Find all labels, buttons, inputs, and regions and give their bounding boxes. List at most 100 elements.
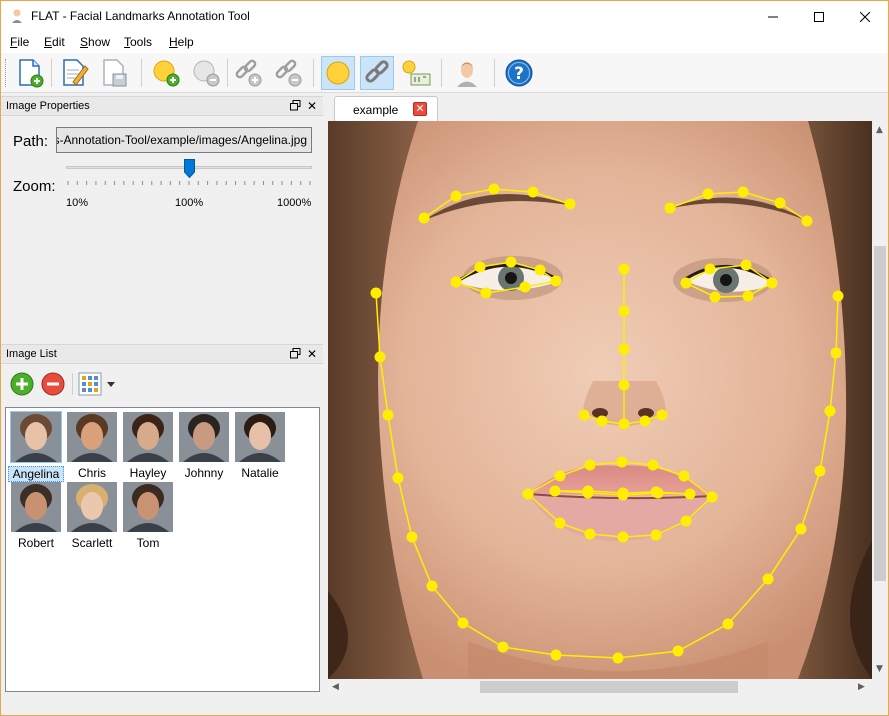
image-list-item[interactable]: Angelina [8, 410, 64, 482]
view-mode-icon[interactable] [78, 372, 102, 396]
landmark-point[interactable] [618, 418, 630, 430]
landmark-point[interactable] [519, 281, 531, 293]
landmark-point[interactable] [762, 573, 774, 585]
landmark-point[interactable] [740, 259, 752, 271]
landmark-point[interactable] [709, 291, 721, 303]
landmark-point[interactable] [582, 487, 594, 499]
scroll-up-icon[interactable]: ▲ [876, 125, 883, 135]
landmark-point[interactable] [664, 202, 676, 214]
scroll-down-icon[interactable]: ▼ [876, 664, 883, 674]
edit-file-button[interactable] [57, 56, 91, 90]
landmark-point[interactable] [801, 215, 813, 227]
landmark-point[interactable] [554, 470, 566, 482]
landmark-point[interactable] [522, 488, 534, 500]
landmark-point[interactable] [418, 212, 430, 224]
landmark-point[interactable] [639, 415, 651, 427]
landmark-point[interactable] [505, 256, 517, 268]
horizontal-scrollbar[interactable]: ◀ ▶ [328, 679, 872, 695]
image-list-item[interactable]: Scarlett [64, 480, 120, 550]
landmark-point[interactable] [617, 531, 629, 543]
landmark-point[interactable] [652, 487, 664, 499]
help-button[interactable]: ? [502, 56, 536, 90]
image-list-item[interactable]: Chris [64, 410, 120, 480]
landmark-point[interactable] [617, 489, 629, 501]
chevron-down-icon[interactable] [107, 382, 115, 387]
zoom-slider[interactable] [64, 158, 314, 190]
landmark-point[interactable] [450, 190, 462, 202]
landmark-point[interactable] [612, 652, 624, 664]
image-list-item[interactable]: Johnny [176, 410, 232, 480]
landmark-point[interactable] [742, 290, 754, 302]
add-landmark-button[interactable] [149, 56, 183, 90]
landmark-point[interactable] [584, 528, 596, 540]
image-list-item[interactable]: Natalie [232, 410, 288, 480]
landmark-point[interactable] [550, 275, 562, 287]
show-ids-toggle[interactable] [399, 56, 433, 90]
landmark-point[interactable] [474, 261, 486, 273]
maximize-button[interactable] [796, 1, 842, 32]
close-tab-icon[interactable]: ✕ [413, 102, 427, 116]
zoom-slider-handle[interactable] [183, 159, 195, 178]
close-window-button[interactable] [842, 1, 888, 32]
close-dock-icon[interactable]: ✕ [307, 99, 317, 113]
landmark-point[interactable] [549, 485, 561, 497]
vertical-scroll-thumb[interactable] [874, 246, 886, 581]
landmark-point[interactable] [618, 343, 630, 355]
landmark-point[interactable] [450, 276, 462, 288]
new-file-button[interactable] [13, 56, 47, 90]
landmark-point[interactable] [578, 409, 590, 421]
landmark-point[interactable] [497, 641, 509, 653]
landmark-point[interactable] [650, 529, 662, 541]
menu-edit[interactable]: Edit [44, 35, 65, 49]
landmark-point[interactable] [656, 409, 668, 421]
landmark-point[interactable] [824, 405, 836, 417]
tab-example[interactable]: example ✕ [334, 96, 438, 121]
landmark-point[interactable] [832, 290, 844, 302]
image-list-item[interactable]: Tom [120, 480, 176, 550]
toolbar-grip[interactable] [5, 59, 7, 87]
landmark-point[interactable] [480, 287, 492, 299]
menu-tools[interactable]: Tools [124, 35, 152, 49]
menu-show[interactable]: Show [80, 35, 110, 49]
fit-face-button[interactable] [450, 56, 484, 90]
float-dock-icon[interactable] [290, 100, 301, 111]
landmark-point[interactable] [684, 488, 696, 500]
menu-help[interactable]: Help [169, 35, 194, 49]
landmark-point[interactable] [618, 263, 630, 275]
minimize-button[interactable] [750, 1, 796, 32]
add-image-icon[interactable] [10, 372, 34, 396]
landmark-point[interactable] [795, 523, 807, 535]
scroll-right-icon[interactable]: ▶ [858, 682, 865, 692]
landmark-point[interactable] [616, 456, 628, 468]
landmark-point[interactable] [678, 470, 690, 482]
image-canvas[interactable] [328, 121, 872, 679]
landmark-point[interactable] [426, 580, 438, 592]
add-link-button[interactable] [231, 56, 265, 90]
image-list[interactable]: Angelina Chris Hayley Johnny Natalie Robert Sc… [5, 407, 320, 692]
image-list-item[interactable]: Robert [8, 480, 64, 550]
remove-link-button[interactable] [271, 56, 305, 90]
landmark-point[interactable] [706, 491, 718, 503]
landmark-point[interactable] [550, 649, 562, 661]
landmark-point[interactable] [618, 305, 630, 317]
landmark-point[interactable] [584, 459, 596, 471]
show-links-toggle[interactable] [360, 56, 394, 90]
image-list-item[interactable]: Hayley [120, 410, 176, 480]
landmark-point[interactable] [830, 347, 842, 359]
path-field[interactable]: FLAT-Facial-Landmarks-Annotation-Tool/ex… [56, 127, 312, 153]
landmark-point[interactable] [702, 188, 714, 200]
remove-image-icon[interactable] [41, 372, 65, 396]
landmark-point[interactable] [737, 186, 749, 198]
landmark-point[interactable] [766, 277, 778, 289]
landmark-point[interactable] [774, 197, 786, 209]
float-dock-icon[interactable] [290, 348, 301, 359]
menu-file[interactable]: File [10, 35, 29, 49]
landmark-point[interactable] [672, 645, 684, 657]
landmark-point[interactable] [554, 517, 566, 529]
show-landmarks-toggle[interactable] [321, 56, 355, 90]
landmark-point[interactable] [647, 459, 659, 471]
landmark-point[interactable] [680, 277, 692, 289]
save-file-button[interactable] [97, 56, 131, 90]
landmark-point[interactable] [392, 472, 404, 484]
landmark-point[interactable] [527, 186, 539, 198]
